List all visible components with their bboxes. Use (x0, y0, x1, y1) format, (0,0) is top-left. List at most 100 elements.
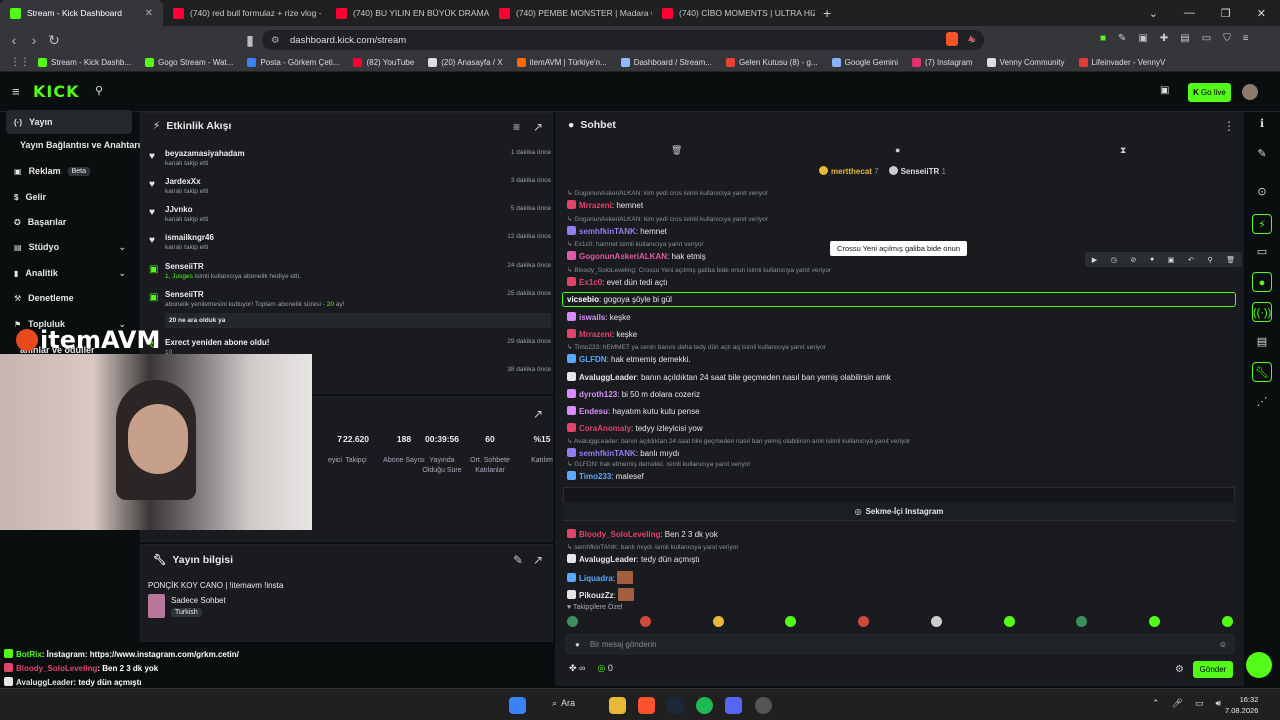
emote-icon[interactable] (1003, 616, 1015, 627)
bookmark-item[interactable]: Gogo Stream - Wat... (145, 58, 233, 67)
sidebar-item[interactable]: ▮ Analitik ⌄ (6, 261, 132, 285)
spotify-icon[interactable] (696, 697, 713, 714)
emote-icon[interactable] (858, 616, 870, 627)
site-info-icon[interactable]: ⚙ (271, 35, 280, 46)
bookmark-item[interactable]: Google Gemini (831, 58, 898, 67)
steam-icon[interactable] (667, 697, 684, 714)
chat-message[interactable]: Endesu: hayatım kutu kutu pense (567, 406, 700, 416)
bookmark-icon[interactable]: ▮ (240, 32, 260, 49)
slash-icon[interactable]: ⊘ (1130, 256, 1136, 264)
bookmark-item[interactable]: Stream - Kick Dashb... (38, 58, 131, 67)
chat-message[interactable]: Ex1c0: evet dün tedi açtı (567, 277, 668, 287)
sidebar-item[interactable]: $ Gelir (6, 185, 132, 209)
network-icon[interactable]: ▭ (1195, 698, 1204, 709)
bookmark-item[interactable]: Lifeinvader - VennyV (1078, 58, 1165, 67)
bookmark-item[interactable]: Dashboard / Stream... (620, 58, 712, 67)
emote-icon[interactable] (1221, 616, 1233, 627)
filter-icon[interactable]: ≡ (513, 120, 520, 134)
slowmode-icon[interactable]: ✤ ∞ (569, 663, 585, 674)
emote-icon[interactable] (785, 616, 797, 627)
chat-message[interactable]: semhfkinTANK: hemnet (567, 226, 667, 236)
browser-tab[interactable]: Stream - Kick Dashboard ✕ (0, 0, 163, 26)
extension-icon[interactable]: ✎ (1118, 33, 1126, 44)
bookmark-item[interactable]: (20) Anasayfa / X (428, 58, 503, 67)
puzzle-icon[interactable]: ✚ (1160, 33, 1168, 44)
edit-icon[interactable]: ✎ (513, 553, 523, 567)
clock-icon[interactable]: ◷ (1111, 256, 1117, 264)
chat-message[interactable]: iswails: keşke (567, 312, 631, 322)
chat-message[interactable]: AvaluggLeader: banın açıldıktan 24 saat … (567, 372, 891, 382)
url-input[interactable]: ⚙ dashboard.kick.com/stream ⌕ (262, 30, 984, 50)
emote-icon[interactable] (712, 616, 724, 627)
lightning-icon[interactable]: ⚡ (1252, 214, 1272, 234)
chat-settings-icon[interactable]: ⚙ (1175, 664, 1184, 675)
close-window-button[interactable]: ✕ (1257, 7, 1266, 20)
wallet-icon[interactable]: ▭ (1202, 33, 1211, 44)
chat-message[interactable]: GLFDN: hak etmemiş demekki. (567, 354, 691, 364)
pencil-icon[interactable]: ✎ (1252, 144, 1272, 164)
chat-message[interactable]: vicsebio: gogoya şöyle bi gül (562, 292, 1236, 307)
new-tab-button[interactable]: + (815, 5, 839, 21)
emoji-icon[interactable]: ☺ (1219, 640, 1227, 649)
chat-icon[interactable]: ● (1150, 256, 1154, 263)
chat-message[interactable]: Bloody_SoloLeveling: Ben 2 3 dk yok (567, 529, 718, 539)
extension-icon[interactable]: ■ (1100, 33, 1106, 44)
chat-message[interactable]: Liquadra: (567, 571, 634, 584)
bookmark-item[interactable]: Posta - Görkem Çeti... (247, 58, 339, 67)
chat-input[interactable]: ● Bir mesaj gönderin ☺ (565, 633, 1235, 655)
chat-message[interactable]: AvaluggLeader: tedy dün açmıştı (567, 554, 700, 564)
browser-tab[interactable]: (740) red bull formulaz + rize vlog -✕ (163, 0, 326, 26)
taskbar-search[interactable]: ⌕ Ara (552, 698, 575, 709)
creator-tools-icon[interactable]: ▣ (1160, 85, 1169, 96)
sidebar-icon[interactable]: ▤ (1180, 33, 1189, 44)
bookmark-item[interactable]: Gelen Kutusu (8) - g... (725, 58, 818, 67)
browser-tab[interactable]: (740) CİBO MOMENTS | ULTRA HIZL✕ (652, 0, 815, 26)
avatar[interactable] (1242, 84, 1258, 100)
chevron-up-icon[interactable]: ⌃ (1152, 698, 1160, 709)
clock[interactable]: 16:32 7.08.2026 (1225, 694, 1258, 716)
tab-search-icon[interactable]: ⌄ (1149, 7, 1158, 20)
emote-icon[interactable] (930, 616, 942, 627)
info-icon[interactable]: ℹ (1252, 114, 1272, 134)
hamburger-menu-icon[interactable]: ≡ (12, 84, 20, 99)
close-tab-icon[interactable]: ✕ (145, 8, 153, 19)
hourglass-icon[interactable]: ⧗ (1120, 145, 1126, 156)
play-icon[interactable]: ▶ (1092, 256, 1097, 264)
back-icon[interactable]: ‹ (4, 32, 24, 48)
emote-icon[interactable] (1076, 616, 1088, 627)
browser-tab[interactable]: (740) BU YILIN EN BÜYÜK DRAMASI✕ (326, 0, 489, 26)
microphone-icon[interactable]: 🎤︎ (1172, 698, 1183, 709)
bookmark-item[interactable]: (7) Instagram (912, 58, 973, 67)
server-icon[interactable]: ▤ (1252, 332, 1272, 352)
delete-icon[interactable]: 🗑︎ (1226, 256, 1235, 264)
emote-icon[interactable] (567, 616, 578, 627)
popout-icon[interactable]: ↗ (533, 407, 543, 421)
browser-tab[interactable]: (740) PEMBE MONSTER | Madara Ol✕ (489, 0, 652, 26)
trash-icon[interactable]: 🗑︎ (671, 145, 682, 156)
file-explorer-icon[interactable] (609, 697, 626, 714)
discord-icon[interactable] (725, 697, 742, 714)
emote-icon[interactable] (1149, 616, 1161, 627)
chat-message[interactable]: semhfkinTANK: banlı mıydı (567, 448, 679, 458)
minimize-button[interactable]: — (1184, 7, 1195, 19)
bookmark-item[interactable]: (82) YouTube (353, 58, 414, 67)
brave-shield-icon[interactable] (946, 32, 958, 46)
apps-icon[interactable]: ⋮⋮ (10, 57, 30, 68)
sidebar-item[interactable]: ⚒ Denetleme (6, 286, 132, 310)
share-icon[interactable]: ⋰ (1252, 392, 1272, 412)
chat-message[interactable]: GogonunAskeriALKAN: hak etmiş (567, 251, 706, 261)
chat-message[interactable]: Mrrazeni: keşke (567, 329, 637, 339)
emote-picker-icon[interactable]: ● (575, 640, 580, 649)
broadcast-icon[interactable]: ((·)) (1252, 302, 1272, 322)
pin-icon[interactable]: ⚲ (1207, 256, 1212, 264)
undo-icon[interactable]: ↶ (1188, 256, 1194, 264)
chevron-down-icon[interactable]: ⌄ (118, 242, 126, 253)
bookmark-item[interactable]: Venny Community (986, 58, 1065, 67)
bookmark-item[interactable]: itemAVM | Türkiye'n... (516, 58, 607, 67)
forward-icon[interactable]: › (24, 32, 44, 48)
document-icon[interactable]: ▭ (1252, 242, 1272, 262)
instagram-button[interactable]: ◎ Sekme-İçi Instagram (563, 502, 1235, 520)
sidebar-item[interactable]: (·) Yayın (6, 110, 132, 134)
chat-message[interactable]: dyroth123: bi 50 m dolara cozeriz (567, 389, 700, 399)
menu-icon[interactable]: ≡ (1243, 33, 1249, 44)
